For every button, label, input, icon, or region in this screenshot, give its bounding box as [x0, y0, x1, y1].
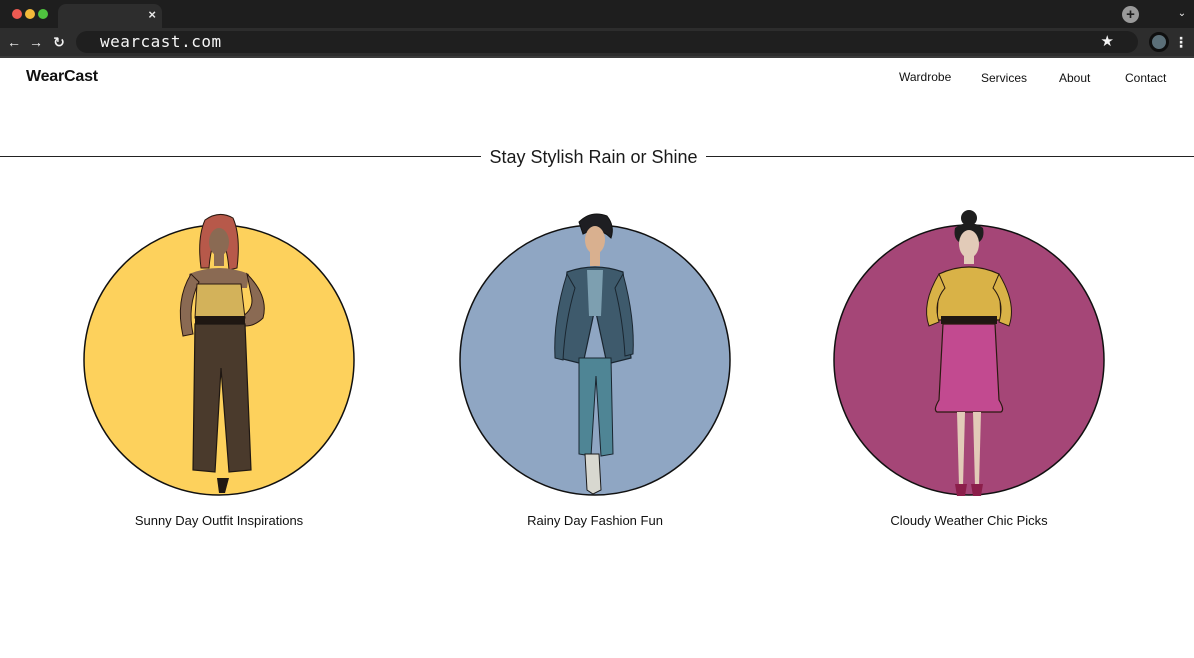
- card-caption-rainy[interactable]: Rainy Day Fashion Fun: [455, 513, 735, 528]
- bookmark-star-icon[interactable]: ★: [1101, 32, 1114, 52]
- browser-chrome: × + ⌄ ← → ↻ wearcast.com ★ ⋮: [0, 0, 1194, 58]
- card-caption-cloudy[interactable]: Cloudy Weather Chic Picks: [829, 513, 1109, 528]
- forward-arrow-icon[interactable]: →: [27, 32, 45, 52]
- card-sunny[interactable]: Sunny Day Outfit Inspirations: [79, 208, 359, 538]
- hero-title: Stay Stylish Rain or Shine: [489, 147, 698, 167]
- address-bar[interactable]: wearcast.com ★: [76, 31, 1138, 53]
- rainy-outfit-illustration-icon: [459, 213, 731, 496]
- profile-avatar[interactable]: [1149, 32, 1169, 52]
- nav-contact[interactable]: Contact: [1125, 71, 1166, 85]
- back-arrow-icon[interactable]: ←: [5, 32, 23, 52]
- browser-toolbar: ← → ↻ wearcast.com ★ ⋮: [0, 28, 1194, 56]
- close-tab-icon[interactable]: ×: [148, 6, 156, 24]
- card-rainy[interactable]: Rainy Day Fashion Fun: [455, 208, 735, 538]
- cloudy-outfit-illustration-icon: [833, 210, 1105, 496]
- tab-strip: × + ⌄: [0, 0, 1194, 28]
- new-tab-button[interactable]: +: [1122, 6, 1139, 23]
- url-text[interactable]: wearcast.com: [100, 32, 222, 52]
- minimize-window-button[interactable]: [25, 9, 35, 19]
- card-cloudy[interactable]: Cloudy Weather Chic Picks: [829, 208, 1109, 538]
- reload-icon[interactable]: ↻: [50, 32, 68, 52]
- hero-rule-left: [0, 156, 481, 157]
- sunny-outfit-illustration-icon: [83, 214, 355, 496]
- maximize-window-button[interactable]: [38, 9, 48, 19]
- site-logo[interactable]: WearCast: [26, 68, 98, 86]
- nav-about[interactable]: About: [1059, 71, 1090, 85]
- browser-tab[interactable]: ×: [58, 4, 162, 28]
- hero-heading: Stay Stylish Rain or Shine: [0, 146, 1194, 168]
- card-caption-sunny[interactable]: Sunny Day Outfit Inspirations: [79, 513, 359, 528]
- nav-services[interactable]: Services: [981, 71, 1027, 85]
- page: WearCast Wardrobe Services About Contact…: [0, 58, 1194, 658]
- browser-menu-icon[interactable]: ⋮: [1174, 32, 1188, 52]
- hero-rule-right: [706, 156, 1194, 157]
- nav-wardrobe[interactable]: Wardrobe: [899, 70, 951, 84]
- tab-menu-chevron-icon[interactable]: ⌄: [1174, 6, 1190, 22]
- close-window-button[interactable]: [12, 9, 22, 19]
